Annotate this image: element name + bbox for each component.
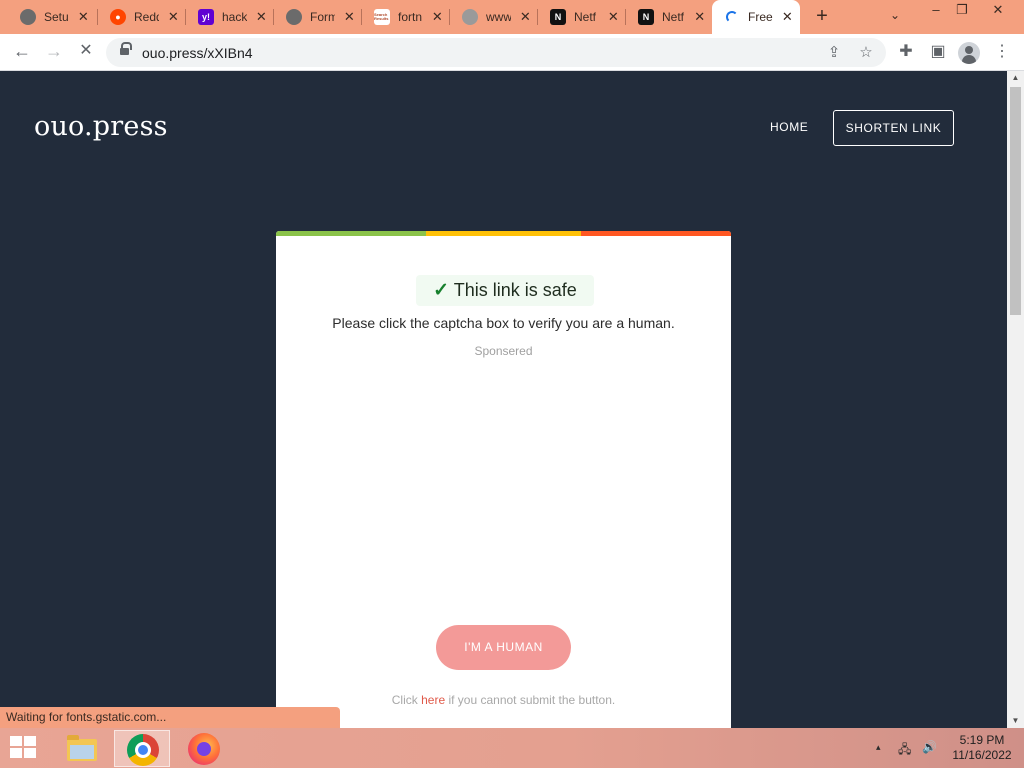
start-pane (24, 736, 36, 746)
browser-toolbar: ← → ✕ ouo.press/xXIBn4 ⇪ ☆ ✚ ▣ ⋮ (0, 34, 1024, 71)
clock-time: 5:19 PM (959, 733, 1005, 747)
card-stripe-yellow (426, 231, 581, 236)
taskbar-firefox[interactable] (176, 730, 232, 767)
taskbar-file-explorer[interactable] (52, 730, 108, 767)
tab-yahoo[interactable]: y! hack ✕ (186, 0, 274, 34)
url-text[interactable]: ouo.press/xXIBn4 (142, 45, 253, 61)
tab-title: Form (310, 10, 335, 24)
tab-title: Setu (44, 10, 69, 24)
scroll-down-arrow-icon[interactable]: ▼ (1007, 714, 1024, 728)
tab-strip: Setu ✕ ● Redd ✕ y! hack ✕ Form ✕ Search … (0, 0, 1024, 34)
status-bubble: Waiting for fonts.gstatic.com... (0, 707, 340, 728)
notion-icon: N (638, 9, 654, 25)
taskbar-chrome[interactable] (114, 730, 170, 767)
shorten-link-button[interactable]: SHORTEN LINK (833, 110, 954, 146)
tray-chevron-icon[interactable]: ▴ (876, 742, 881, 753)
close-icon[interactable]: ✕ (255, 9, 268, 25)
captcha-instruction: Please click the captcha box to verify y… (332, 315, 675, 331)
tab-title: Free (748, 10, 773, 24)
tab-setup[interactable]: Setu ✕ (8, 0, 96, 34)
globe-icon (286, 9, 302, 25)
tab-title: www. (486, 10, 511, 24)
safe-link-badge: ✓ This link is safe (416, 275, 594, 306)
scrollbar-thumb[interactable] (1010, 87, 1021, 315)
tab-title: Netf (574, 10, 597, 24)
close-icon[interactable]: ✕ (607, 9, 620, 25)
windows-taskbar: ▴ 🖧 🔊 5:19 PM 11/16/2022 (0, 728, 1024, 768)
share-icon[interactable]: ⇪ (823, 42, 845, 64)
network-icon[interactable]: 🖧 (898, 740, 911, 761)
close-icon[interactable]: ✕ (343, 9, 356, 25)
loading-spinner-icon (726, 11, 738, 23)
nav-home-link[interactable]: HOME (770, 120, 808, 134)
tab-form[interactable]: Form ✕ (274, 0, 362, 34)
safe-link-text: This link is safe (453, 280, 577, 300)
system-clock[interactable]: 5:19 PM 11/16/2022 (950, 733, 1014, 763)
address-bar[interactable]: ouo.press/xXIBn4 ⇪ ☆ (106, 38, 886, 67)
start-pane (24, 748, 36, 758)
tab-search-chevron-icon[interactable]: ⌄ (890, 8, 900, 22)
here-link[interactable]: here (421, 693, 445, 707)
tab-title: fortn (398, 10, 423, 24)
card-stripe-orange (581, 231, 731, 236)
file-explorer-icon (67, 735, 97, 761)
sponsored-label: Sponsered (474, 344, 533, 358)
tab-netflix-1[interactable]: N Netf ✕ (538, 0, 626, 34)
back-button[interactable]: ← (10, 40, 34, 64)
fallback-suffix: if you cannot submit the button. (445, 693, 616, 707)
forward-button[interactable]: → (42, 40, 66, 64)
tab-fortnite[interactable]: Search Results fortn ✕ (362, 0, 450, 34)
fallback-prefix: Click (391, 693, 422, 707)
globe-icon (462, 9, 478, 25)
restore-button[interactable]: ❐ (946, 0, 978, 22)
tab-reddit[interactable]: ● Redd ✕ (98, 0, 186, 34)
profile-avatar-icon[interactable] (958, 42, 980, 64)
close-icon[interactable]: ✕ (519, 9, 532, 25)
card-stripe-green (276, 231, 426, 236)
close-icon[interactable]: ✕ (167, 9, 180, 25)
tab-free-active[interactable]: Free ✕ (712, 0, 800, 34)
yahoo-icon: y! (198, 9, 214, 25)
close-icon[interactable]: ✕ (781, 9, 794, 25)
reddit-icon: ● (110, 9, 126, 25)
scroll-up-arrow-icon[interactable]: ▲ (1007, 71, 1024, 85)
tab-title: Redd (134, 10, 159, 24)
side-panel-icon[interactable]: ▣ (926, 40, 950, 64)
tab-www[interactable]: www. ✕ (450, 0, 538, 34)
search-results-icon: Search Results (374, 9, 390, 25)
globe-icon (20, 9, 36, 25)
extensions-icon[interactable]: ✚ (894, 40, 918, 64)
close-icon[interactable]: ✕ (693, 9, 706, 25)
firefox-icon (188, 733, 220, 765)
start-pane (10, 736, 22, 746)
bookmark-star-icon[interactable]: ☆ (855, 42, 877, 64)
close-icon[interactable]: ✕ (431, 9, 444, 25)
page-viewport: ouo.press HOME SHORTEN LINK ✓ This link … (0, 71, 1007, 728)
site-logo[interactable]: ouo.press (34, 111, 168, 142)
tab-title: hack (222, 10, 247, 24)
tab-netflix-2[interactable]: N Netf ✕ (626, 0, 712, 34)
fallback-text: Click here if you cannot submit the butt… (276, 693, 731, 707)
stop-loading-button[interactable]: ✕ (74, 40, 98, 64)
windows-start-icon[interactable] (10, 736, 38, 760)
vertical-scrollbar[interactable]: ▲ ▼ (1007, 71, 1024, 728)
tab-title: Netf (662, 10, 685, 24)
new-tab-button[interactable]: + (810, 5, 834, 29)
menu-icon[interactable]: ⋮ (990, 40, 1014, 64)
window-close-button[interactable]: ✕ (982, 0, 1014, 22)
checkmark-icon: ✓ (433, 280, 450, 301)
notion-icon: N (550, 9, 566, 25)
volume-icon[interactable]: 🔊 (922, 740, 937, 754)
start-pane (10, 748, 22, 758)
clock-date: 11/16/2022 (952, 748, 1012, 762)
im-a-human-button[interactable]: I'M A HUMAN (436, 625, 571, 670)
close-icon[interactable]: ✕ (77, 9, 90, 25)
chrome-icon (127, 734, 159, 766)
lock-icon[interactable] (120, 42, 132, 57)
verification-card: ✓ This link is safe Please click the cap… (276, 231, 731, 728)
